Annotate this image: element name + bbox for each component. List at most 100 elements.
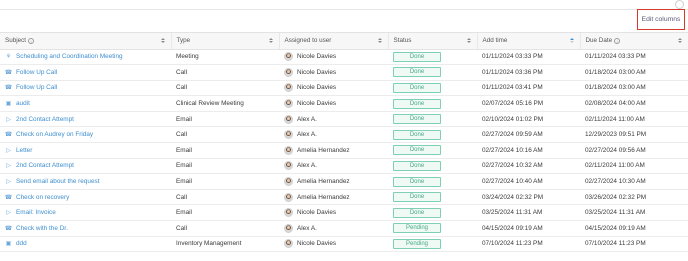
column-label: Assigned to user: [284, 37, 332, 45]
cell-add-time: 01/11/2024 03:36 PM: [477, 64, 580, 81]
table-row[interactable]: ▣ ddd Inventory Management Nicole Davies Pen…: [0, 236, 688, 253]
cell-due-date: 01/11/2024 03:33 PM: [580, 49, 688, 66]
cell-assigned-user: Alex A.: [279, 126, 388, 144]
table-row[interactable]: ⚘ Scheduling and Coordination Meeting Meet…: [0, 49, 688, 66]
top-divider: [0, 9, 688, 10]
status-badge[interactable]: Done: [393, 160, 441, 171]
user-name: Nicole Davies: [297, 240, 337, 248]
activities-table: Subject i Type Assigned to user Status Add ti…: [0, 33, 688, 253]
sort-icon[interactable]: [677, 37, 683, 45]
avatar: [284, 223, 293, 233]
cell-add-time: 02/27/2024 10:32 AM: [477, 158, 580, 175]
info-icon[interactable]: i: [614, 37, 621, 44]
status-badge[interactable]: Pending: [393, 223, 441, 234]
cell-status: Done: [388, 142, 477, 159]
status-badge[interactable]: Done: [393, 176, 441, 187]
column-header-type[interactable]: Type: [171, 33, 280, 50]
user-name: Nicole Davies: [297, 68, 337, 76]
cell-subject: ☎ Check on recovery: [0, 189, 171, 206]
sort-icon[interactable]: [160, 37, 166, 45]
table-row[interactable]: ▷ 2nd Contact Attempt Email Alex A. Done 02/1…: [0, 111, 688, 128]
cell-assigned-user: Nicole Davies: [279, 80, 388, 97]
cell-type: Email: [171, 173, 279, 190]
cell-due-date: 04/15/2024 09:19 AM: [580, 220, 688, 237]
user-name: Nicole Davies: [297, 84, 337, 92]
subject-link[interactable]: Follow Up Call: [16, 84, 57, 91]
subject-link[interactable]: Check with the Dr.: [16, 225, 68, 232]
sort-icon[interactable]: [268, 37, 274, 45]
subject-link[interactable]: Email: Invoice: [16, 209, 56, 216]
column-header-assigned-user[interactable]: Assigned to user: [279, 33, 389, 50]
cell-add-time: 01/11/2024 03:33 PM: [477, 49, 580, 66]
column-header-status[interactable]: Status: [388, 33, 478, 50]
table-row[interactable]: ☎ Follow Up Call Call Nicole Davies Done 01/1…: [0, 64, 688, 81]
column-header-due-date[interactable]: Due Date i: [580, 33, 688, 50]
table-row[interactable]: ☎ Follow Up Call Call Nicole Davies Done 01/1…: [0, 80, 688, 97]
subject-link[interactable]: Check on Audrey on Friday: [16, 131, 93, 138]
sort-icon[interactable]: [569, 37, 575, 45]
table-row[interactable]: ☎ Check on Audrey on Friday Call Alex A. Don…: [0, 126, 688, 144]
send-icon: ▷: [6, 116, 11, 123]
subject-link[interactable]: ddd: [16, 240, 27, 247]
avatar: [284, 192, 293, 202]
send-icon: ▷: [6, 179, 11, 186]
subject-link[interactable]: 2nd Contact Attempt: [16, 116, 74, 123]
table-row[interactable]: ▣ audit Clinical Review Meeting Nicole Davi…: [0, 95, 688, 112]
status-badge[interactable]: Done: [393, 98, 441, 109]
cell-status: Done: [388, 64, 477, 81]
avatar: [284, 130, 293, 140]
table-body: ⚘ Scheduling and Coordination Meeting Meet…: [0, 49, 688, 253]
column-header-subject[interactable]: Subject i: [0, 33, 172, 50]
column-label: Subject: [5, 37, 27, 45]
cell-status: Pending: [388, 220, 477, 237]
cell-type: Clinical Review Meeting: [171, 95, 279, 112]
cell-due-date: 02/27/2024 09:56 AM: [580, 142, 688, 159]
table-row[interactable]: ▷ 2nd Contact Attempt Email Alex A. Done 02/2…: [0, 158, 688, 175]
cell-add-time: 03/25/2024 11:31 AM: [477, 204, 580, 222]
status-badge[interactable]: Done: [393, 114, 441, 125]
edit-columns-button[interactable]: Edit columns: [637, 9, 685, 30]
subject-link[interactable]: Check on recovery: [16, 194, 69, 201]
subject-link[interactable]: Send email about the request: [16, 178, 100, 185]
table-row[interactable]: ☎ Check with the Dr. Call Alex A. Pending 04/…: [0, 220, 688, 237]
avatar: [284, 161, 293, 171]
status-badge[interactable]: Done: [393, 82, 441, 93]
status-badge[interactable]: Done: [393, 51, 441, 62]
cell-status: Done: [388, 126, 477, 144]
avatar: [284, 145, 293, 155]
calendar-icon: ▣: [5, 101, 12, 108]
cell-add-time: 03/24/2024 02:32 PM: [477, 189, 580, 206]
avatar: [284, 83, 293, 93]
phone-icon: ☎: [4, 69, 13, 76]
subject-link[interactable]: 2nd Contact Attempt: [16, 162, 74, 169]
status-badge[interactable]: Done: [393, 129, 441, 140]
table-row[interactable]: ☎ Check on recovery Call Amelia Hernandez Do…: [0, 189, 688, 206]
status-badge[interactable]: Pending: [393, 238, 441, 249]
cell-status: Done: [388, 189, 477, 206]
subject-link[interactable]: audit: [16, 100, 30, 107]
user-name: Amelia Hernandez: [297, 178, 350, 186]
status-badge[interactable]: Done: [393, 207, 441, 218]
status-badge[interactable]: Done: [393, 145, 441, 156]
cell-type: Call: [171, 126, 279, 144]
status-badge[interactable]: Done: [393, 67, 441, 78]
info-icon[interactable]: i: [28, 37, 35, 44]
cell-subject: ☎ Follow Up Call: [0, 64, 171, 81]
table-row[interactable]: ▷ Letter Email Amelia Hernandez Done 02/27/20…: [0, 142, 688, 159]
user-name: Alex A.: [297, 131, 317, 139]
sort-icon[interactable]: [466, 37, 472, 45]
subject-link[interactable]: Follow Up Call: [16, 69, 57, 76]
cell-assigned-user: Amelia Hernandez: [279, 173, 388, 190]
subject-link[interactable]: Letter: [16, 147, 32, 154]
cell-add-time: 02/07/2024 05:16 PM: [477, 95, 580, 112]
corner-button[interactable]: [675, 0, 684, 9]
column-header-add-time[interactable]: Add time: [477, 33, 581, 50]
status-badge[interactable]: Done: [393, 192, 441, 203]
table-row[interactable]: ▷ Send email about the request Email Amelia…: [0, 173, 688, 190]
table-row[interactable]: ▷ Email: Invoice Email Nicole Davies Done 03/…: [0, 204, 688, 222]
cell-assigned-user: Alex A.: [279, 111, 388, 128]
cell-due-date: 02/11/2024 11:00 AM: [580, 111, 688, 128]
sort-icon[interactable]: [377, 37, 383, 45]
cell-status: Pending: [388, 236, 477, 253]
subject-link[interactable]: Scheduling and Coordination Meeting: [16, 53, 123, 60]
